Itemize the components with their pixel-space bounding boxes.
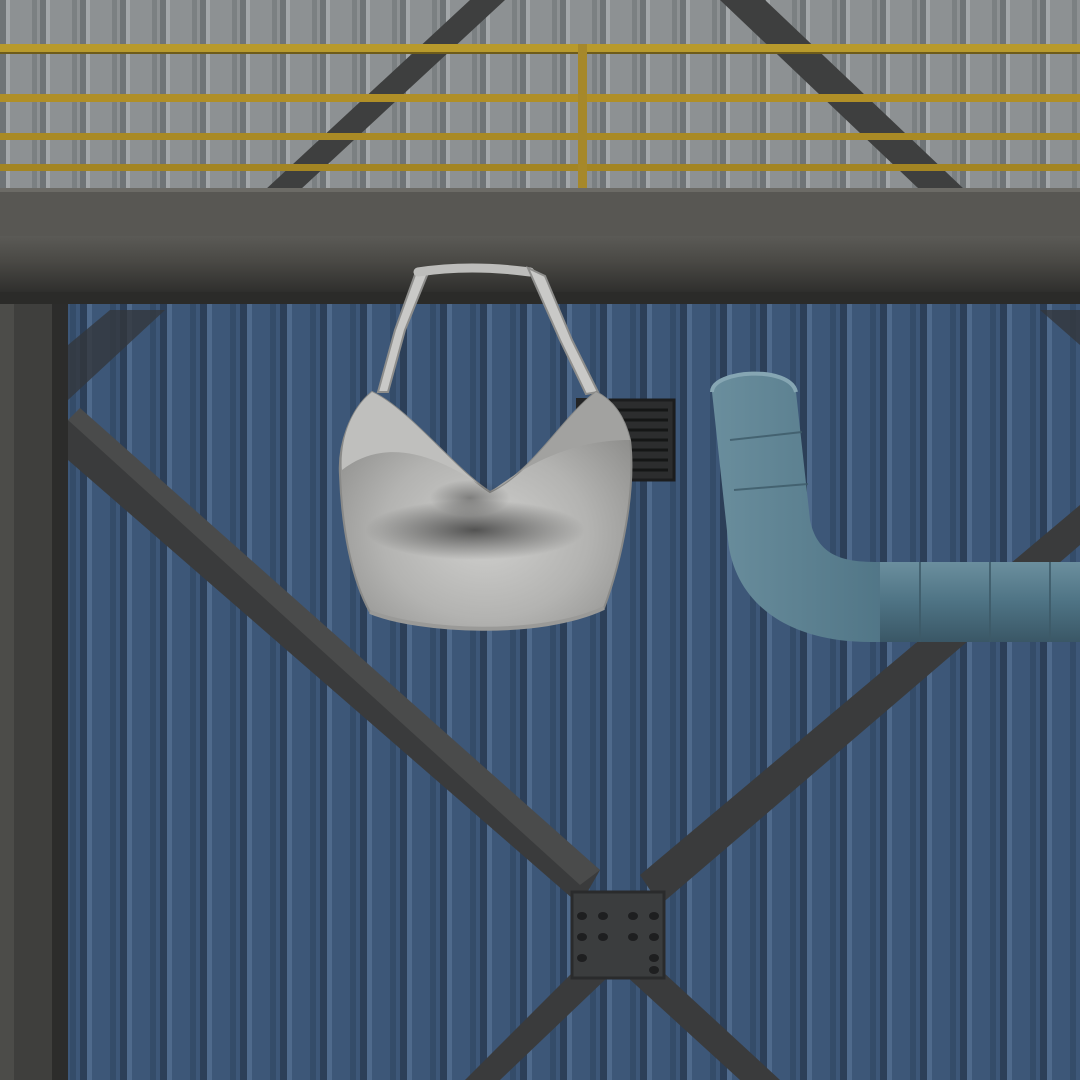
steel-plate-icon (570, 890, 666, 980)
lower-wall (0, 300, 1080, 1080)
product-preview-scene (0, 0, 1080, 1080)
scene-illustration (0, 0, 1080, 1080)
